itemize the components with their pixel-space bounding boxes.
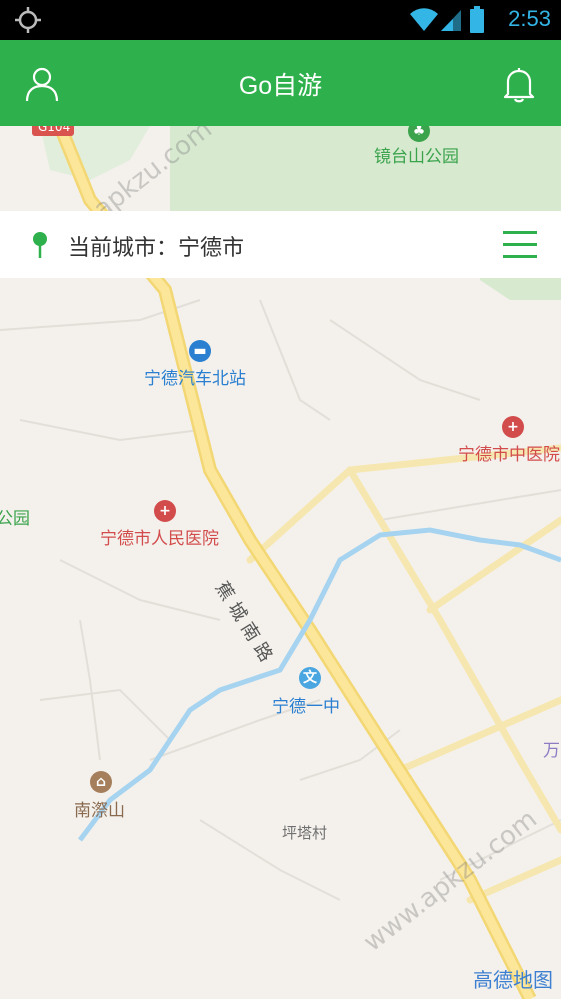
signal-icon — [441, 10, 461, 31]
poi-jingtaishan-park[interactable]: 镜台山公园 — [374, 142, 459, 167]
bell-icon[interactable] — [499, 64, 539, 104]
gps-icon — [15, 7, 41, 33]
bus-marker-icon[interactable]: ▬ — [189, 340, 211, 362]
app-title: Go自游 — [238, 72, 323, 100]
current-city-label: 当前城市：宁德市 — [68, 236, 245, 261]
amap-logo: 高德地图 — [473, 968, 553, 992]
location-pin-icon — [33, 232, 47, 258]
poi-no1-middle-school[interactable]: 宁德一中 — [272, 692, 340, 717]
poi-pingtacun[interactable]: 坪塔村 — [282, 822, 327, 843]
poi-bus-station[interactable]: 宁德汽车北站 — [144, 364, 246, 389]
battery-icon — [470, 6, 484, 33]
hospital-marker-icon[interactable]: + — [154, 500, 176, 522]
status-time: 2:53 — [508, 6, 551, 31]
hospital-marker-icon[interactable]: + — [502, 416, 524, 438]
current-city-bar[interactable]: 当前城市：宁德市 — [0, 211, 561, 278]
poi-nanqishan[interactable]: 南漈山 — [74, 796, 125, 821]
poi-peoples-hospital[interactable]: 宁德市人民医院 — [100, 524, 219, 549]
app-bar: Go自游 — [0, 40, 561, 126]
status-bar: 2:53 — [0, 0, 561, 40]
school-marker-icon[interactable]: 文 — [299, 667, 321, 689]
poi-wan[interactable]: 万 — [543, 736, 560, 761]
menu-icon[interactable] — [503, 231, 537, 259]
poi-park-left[interactable]: 公园 — [0, 504, 30, 529]
road-badge: G104 — [38, 126, 71, 134]
wifi-icon — [410, 8, 438, 31]
temple-marker-icon[interactable]: ⌂ — [90, 771, 112, 793]
poi-tcm-hospital[interactable]: 宁德市中医院 — [458, 440, 560, 465]
